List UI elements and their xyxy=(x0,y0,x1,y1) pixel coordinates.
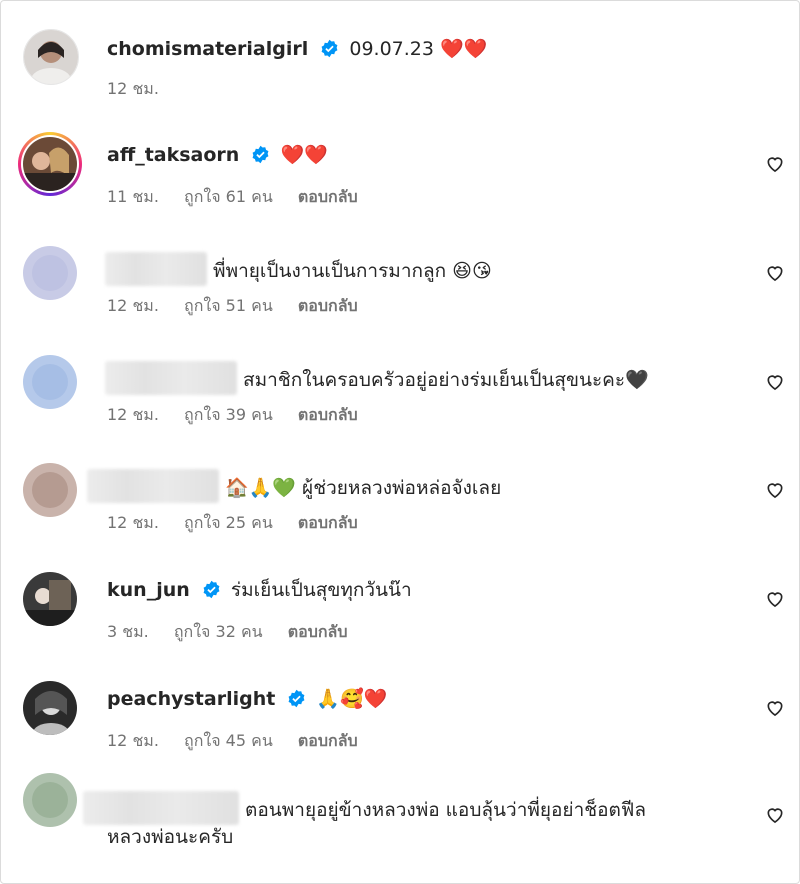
comment-row: aff_taksaorn ❤️❤️ 11 ชม. ถูกใจ 61 คน ตอบ… xyxy=(1,129,799,219)
avatar[interactable] xyxy=(23,246,77,300)
comment-text: พี่พายุเป็นงานเป็นการมากลูก 😆😘 xyxy=(213,260,492,282)
reply-button[interactable]: ตอบกลับ xyxy=(298,405,358,424)
heart-outline-icon[interactable] xyxy=(765,154,785,174)
heart-outline-icon[interactable] xyxy=(765,805,785,825)
reply-button[interactable]: ตอบกลับ xyxy=(298,731,358,750)
comment-username[interactable]: kun_jun xyxy=(107,579,190,601)
comment-likes[interactable]: ถูกใจ 25 คน xyxy=(184,513,273,532)
heart-outline-icon[interactable] xyxy=(765,698,785,718)
caption: chomismaterialgirl 09.07.23 ❤️❤️ 12 ชม. xyxy=(1,21,799,111)
comment-likes[interactable]: ถูกใจ 32 คน xyxy=(174,622,263,641)
reply-button[interactable]: ตอบกลับ xyxy=(298,296,358,315)
story-ring[interactable] xyxy=(18,132,82,196)
comment-time: 12 ชม. xyxy=(107,405,159,424)
reply-button[interactable]: ตอบกลับ xyxy=(298,513,358,532)
avatar[interactable] xyxy=(23,29,79,85)
verified-badge-icon xyxy=(252,145,269,164)
heart-outline-icon[interactable] xyxy=(765,589,785,609)
comment-time: 3 ชม. xyxy=(107,622,149,641)
comment-text: ❤️❤️ xyxy=(280,144,328,166)
comment-username[interactable]: peachystarlight xyxy=(107,688,275,710)
avatar xyxy=(23,137,77,191)
comment-likes[interactable]: ถูกใจ 45 คน xyxy=(184,731,273,750)
comment-time: 12 ชม. xyxy=(107,296,159,315)
avatar[interactable] xyxy=(23,572,77,626)
comment-row: ตอนพายุอยู่ข้างหลวงพ่อ แอบลุ้นว่าพี่ยุอย… xyxy=(1,773,799,881)
comment-time: 11 ชม. xyxy=(107,187,159,206)
comment-text-continued: หลวงพ่อนะครับ xyxy=(107,826,234,848)
comment-likes[interactable]: ถูกใจ 39 คน xyxy=(184,405,273,424)
avatar[interactable] xyxy=(23,681,77,735)
verified-badge-icon xyxy=(203,580,220,599)
comment-likes[interactable]: ถูกใจ 61 คน xyxy=(184,187,273,206)
blurred-username[interactable] xyxy=(105,361,237,395)
blurred-username[interactable] xyxy=(105,252,207,286)
comment-likes[interactable]: ถูกใจ 51 คน xyxy=(184,296,273,315)
avatar[interactable] xyxy=(23,355,77,409)
verified-badge-icon xyxy=(321,39,338,58)
comment-text: 🙏🥰❤️ xyxy=(316,688,388,710)
avatar[interactable] xyxy=(23,773,77,827)
comment-username[interactable]: aff_taksaorn xyxy=(107,144,239,166)
reply-button[interactable]: ตอบกลับ xyxy=(298,187,358,206)
verified-badge-icon xyxy=(288,689,305,708)
comment-row: kun_jun ร่มเย็นเป็นสุขทุกวันน๊า 3 ชม. ถู… xyxy=(1,564,799,654)
heart-outline-icon[interactable] xyxy=(765,372,785,392)
blurred-username[interactable] xyxy=(83,791,239,825)
caption-username[interactable]: chomismaterialgirl xyxy=(107,38,308,60)
comment-time: 12 ชม. xyxy=(107,731,159,750)
caption-text: 09.07.23 ❤️❤️ xyxy=(349,38,488,60)
reply-button[interactable]: ตอบกลับ xyxy=(288,622,348,641)
heart-outline-icon[interactable] xyxy=(765,480,785,500)
avatar[interactable] xyxy=(23,463,77,517)
caption-time: 12 ชม. xyxy=(107,79,159,98)
comment-row: peachystarlight 🙏🥰❤️ 12 ชม. ถูกใจ 45 คน … xyxy=(1,673,799,763)
heart-outline-icon[interactable] xyxy=(765,263,785,283)
comment-text: ร่มเย็นเป็นสุขทุกวันน๊า xyxy=(230,579,412,601)
comment-text: ตอนพายุอยู่ข้างหลวงพ่อ แอบลุ้นว่าพี่ยุอย… xyxy=(245,799,646,821)
comment-time: 12 ชม. xyxy=(107,513,159,532)
blurred-username[interactable] xyxy=(87,469,219,503)
comment-text: สมาชิกในครอบครัวอยู่อย่างร่มเย็นเป็นสุขน… xyxy=(243,369,649,391)
comments-panel: chomismaterialgirl 09.07.23 ❤️❤️ 12 ชม. … xyxy=(0,0,800,884)
comment-row: 🏠🙏💚 ผู้ช่วยหลวงพ่อหล่อจังเลย 12 ชม. ถูกใ… xyxy=(1,455,799,545)
comment-row: สมาชิกในครอบครัวอยู่อย่างร่มเย็นเป็นสุขน… xyxy=(1,347,799,437)
comment-text: 🏠🙏💚 ผู้ช่วยหลวงพ่อหล่อจังเลย xyxy=(225,477,502,499)
comment-row: พี่พายุเป็นงานเป็นการมากลูก 😆😘 12 ชม. ถู… xyxy=(1,238,799,328)
